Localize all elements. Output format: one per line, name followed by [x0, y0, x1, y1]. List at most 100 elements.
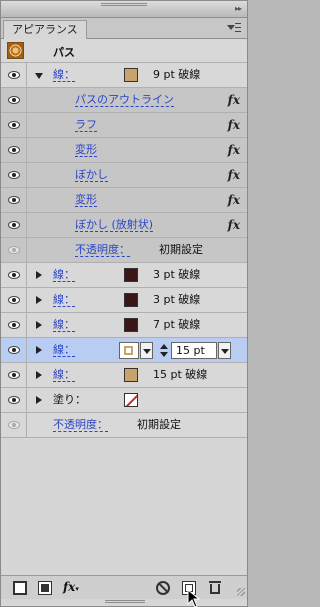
panel-menu-button[interactable]	[224, 21, 242, 35]
visibility-eye-icon[interactable]	[8, 346, 20, 354]
target-header-row: パス	[1, 39, 247, 63]
panel-title-bar[interactable]: ▸▸	[1, 1, 247, 18]
fx-icon: fx	[227, 118, 240, 132]
effect-radial-blur[interactable]: ぼかし (放射状)	[75, 218, 154, 232]
stroke-color-swatch[interactable]	[124, 368, 138, 382]
visibility-eye-icon[interactable]	[8, 146, 20, 154]
stroke-color-picker[interactable]	[119, 342, 139, 359]
fill-row[interactable]: 塗り：	[1, 388, 247, 413]
visibility-eye-icon[interactable]	[8, 271, 20, 279]
visibility-eye-icon[interactable]	[8, 321, 20, 329]
effect-blur[interactable]: ぼかし	[75, 168, 108, 182]
add-new-fill-icon[interactable]	[38, 581, 52, 595]
stroke-weight-dropdown[interactable]	[218, 342, 231, 359]
fill-label[interactable]: 塗り：	[53, 393, 86, 406]
visibility-eye-icon[interactable]	[8, 196, 20, 204]
effect-row[interactable]: 変形 fx	[1, 138, 247, 163]
menu-lines-icon	[235, 23, 241, 32]
stroke-label[interactable]: 線：	[53, 318, 75, 332]
visibility-eye-icon[interactable]	[8, 246, 20, 254]
effect-row[interactable]: ラフ fx	[1, 113, 247, 138]
clear-appearance-icon[interactable]	[156, 581, 170, 595]
stroke-weight-input[interactable]: 15 pt	[171, 342, 217, 359]
effect-row[interactable]: ぼかし (放射状) fx	[1, 213, 247, 238]
stepper-up-icon[interactable]	[160, 344, 168, 349]
stroke-row-7pt[interactable]: 線： 7 pt 破線	[1, 313, 247, 338]
fx-icon: fx	[227, 168, 240, 182]
fx-icon: fx	[227, 143, 240, 157]
effect-transform-2[interactable]: 変形	[75, 193, 97, 207]
fill-none-swatch[interactable]	[124, 393, 138, 407]
opacity-value: 初期設定	[159, 243, 203, 256]
opacity-label[interactable]: 不透明度：	[53, 418, 108, 432]
tab-row: アピアランス	[1, 18, 247, 39]
expand-right-icon[interactable]	[36, 346, 42, 354]
expand-down-icon[interactable]	[35, 73, 43, 79]
stroke-value: 9 pt 破線	[153, 68, 201, 81]
effect-outline-stroke[interactable]: パスのアウトライン	[75, 93, 174, 107]
visibility-eye-icon[interactable]	[8, 71, 20, 79]
visibility-eye-icon[interactable]	[8, 121, 20, 129]
expand-right-icon[interactable]	[36, 321, 42, 329]
fx-icon: fx	[227, 218, 240, 232]
fx-button-label: fx	[63, 580, 76, 594]
stroke-value: 3 pt 破線	[153, 268, 201, 281]
stroke-row-3pt[interactable]: 線： 3 pt 破線	[1, 263, 247, 288]
effect-row[interactable]: パスのアウトライン fx	[1, 88, 247, 113]
stroke-row-15pt[interactable]: 線： 15 pt 破線	[1, 363, 247, 388]
stroke-row-3pt[interactable]: 線： 3 pt 破線	[1, 288, 247, 313]
fx-icon: fx	[227, 93, 240, 107]
stroke-label[interactable]: 線：	[53, 268, 75, 282]
stepper-down-icon[interactable]	[160, 352, 168, 357]
appearance-panel: ▸▸ アピアランス パス 線： 9 pt 破線 パスのアウトライン fx ラフ …	[0, 0, 248, 607]
fx-icon: fx	[227, 193, 240, 207]
visibility-eye-icon[interactable]	[8, 296, 20, 304]
visibility-eye-icon[interactable]	[8, 396, 20, 404]
stroke-color-swatch[interactable]	[124, 68, 138, 82]
visibility-eye-icon[interactable]	[8, 371, 20, 379]
opacity-label[interactable]: 不透明度：	[75, 243, 130, 257]
visibility-eye-icon[interactable]	[8, 96, 20, 104]
add-effect-button[interactable]: fx▾	[63, 580, 79, 594]
effect-roughen[interactable]: ラフ	[75, 118, 97, 132]
bottom-grip[interactable]	[105, 600, 145, 603]
mouse-cursor-icon	[187, 589, 201, 607]
opacity-value: 初期設定	[137, 418, 181, 431]
stroke-color-swatch[interactable]	[124, 318, 138, 332]
stroke-label[interactable]: 線：	[53, 343, 75, 357]
trash-icon[interactable]	[209, 581, 221, 594]
expand-right-icon[interactable]	[36, 371, 42, 379]
stroke-value: 7 pt 破線	[153, 318, 201, 331]
stroke-row-selected[interactable]: 線： 15 pt	[1, 338, 247, 363]
target-title: パス	[53, 46, 75, 59]
add-new-stroke-icon[interactable]	[13, 581, 27, 595]
title-grip[interactable]	[101, 3, 147, 6]
opacity-row-inner[interactable]: 不透明度： 初期設定	[1, 238, 247, 263]
stroke-value: 3 pt 破線	[153, 293, 201, 306]
path-thumbnail	[7, 42, 24, 59]
expand-right-icon[interactable]	[36, 271, 42, 279]
effect-transform[interactable]: 変形	[75, 143, 97, 157]
stroke-weight-stepper[interactable]	[159, 342, 169, 359]
opacity-row-outer[interactable]: 不透明度： 初期設定	[1, 413, 247, 438]
stroke-label[interactable]: 線：	[53, 293, 75, 307]
visibility-eye-icon[interactable]	[8, 421, 20, 429]
stroke-label[interactable]: 線：	[53, 68, 75, 82]
visibility-eye-icon[interactable]	[8, 171, 20, 179]
resize-handle-icon[interactable]	[237, 588, 245, 596]
stroke-color-swatch[interactable]	[124, 268, 138, 282]
stroke-row-9pt[interactable]: 線： 9 pt 破線	[1, 63, 247, 88]
collapse-icon[interactable]: ▸▸	[235, 4, 242, 13]
expand-right-icon[interactable]	[36, 396, 42, 404]
appearance-list: パス 線： 9 pt 破線 パスのアウトライン fx ラフ fx 変形 fx ぼ…	[1, 39, 247, 438]
stroke-value: 15 pt 破線	[153, 368, 208, 381]
visibility-eye-icon[interactable]	[8, 221, 20, 229]
stroke-color-dropdown[interactable]	[140, 342, 153, 359]
stroke-label[interactable]: 線：	[53, 368, 75, 382]
menu-triangle-icon	[227, 25, 235, 30]
tab-appearance[interactable]: アピアランス	[3, 20, 87, 39]
effect-row[interactable]: 変形 fx	[1, 188, 247, 213]
stroke-color-swatch[interactable]	[124, 293, 138, 307]
effect-row[interactable]: ぼかし fx	[1, 163, 247, 188]
expand-right-icon[interactable]	[36, 296, 42, 304]
